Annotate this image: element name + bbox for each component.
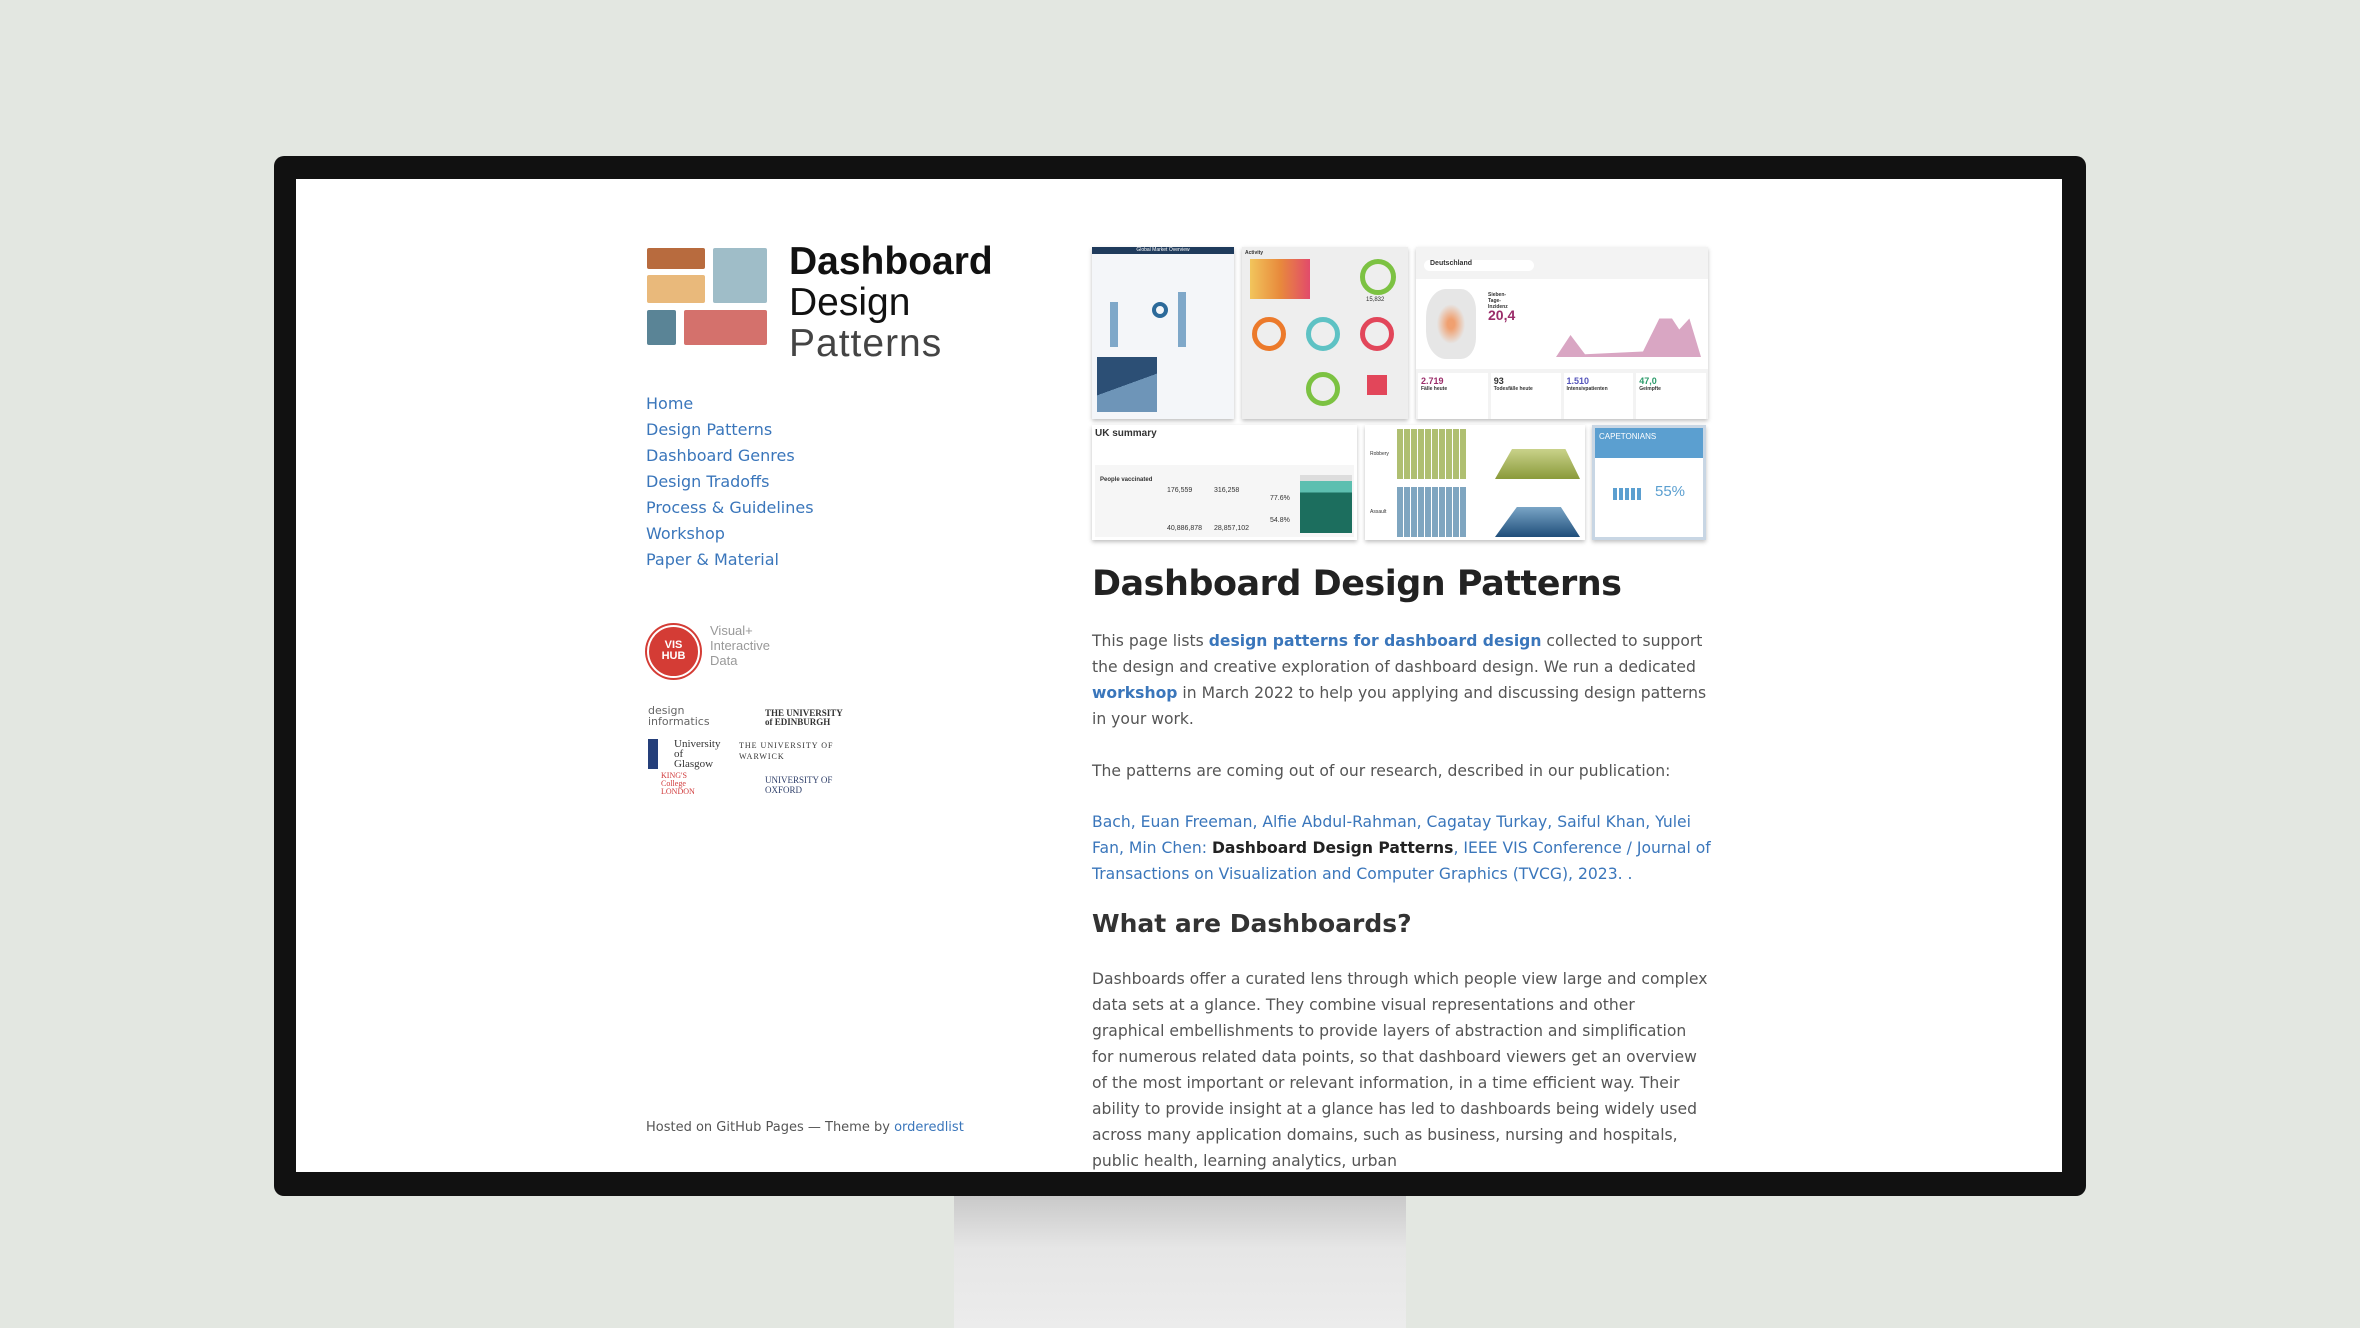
stat-value: 77.6%	[1270, 495, 1290, 502]
incidence-value: 20,4	[1488, 307, 1516, 323]
stat-value: 176,559	[1167, 487, 1193, 494]
intro-paragraph: This page lists design patterns for dash…	[1092, 628, 1712, 732]
page-title: Dashboard Design Patterns	[1092, 564, 1622, 604]
publication-intro: The patterns are coming out of our resea…	[1092, 762, 1671, 780]
kpi-card: 1.510 Intensivpatienten	[1563, 373, 1634, 419]
title-line-2: Design	[789, 281, 911, 324]
kpi-value: 1.510	[1566, 376, 1590, 386]
nav-paper-material[interactable]: Paper & Material	[646, 547, 814, 573]
kpi-value: 2.719	[1421, 376, 1444, 386]
stat-value: 54.8%	[1270, 517, 1290, 524]
nav-home[interactable]: Home	[646, 391, 814, 417]
kings-college-logo[interactable]: KING'S College LONDON	[661, 772, 706, 796]
nav-design-tradeoffs[interactable]: Design Tradoffs	[646, 469, 814, 495]
nav-workshop[interactable]: Workshop	[646, 521, 814, 547]
title-line-1: Dashboard	[789, 240, 993, 283]
market-overview-dashboard: Global Market Overview	[1092, 247, 1234, 419]
sidebar-nav: Home Design Patterns Dashboard Genres De…	[646, 391, 814, 573]
nav-design-patterns[interactable]: Design Patterns	[646, 417, 814, 443]
stat-value: 40,886,878	[1167, 525, 1203, 532]
steps-value: 15,832	[1366, 297, 1385, 303]
covid-germany-dashboard: Deutschland Sieben-Tage-Inzidenz 20,4 2.…	[1416, 247, 1708, 419]
browser-page: Dashboard Design Patterns Home Design Pa…	[296, 179, 2062, 1172]
site-title: Dashboard Design Patterns	[789, 241, 993, 364]
edinburgh-logo[interactable]: THE UNIVERSITY of EDINBURGH	[739, 709, 849, 727]
capetonians-dashboard: CAPETONIANS 55%	[1592, 425, 1706, 540]
kpi-label: Intensivpatienten	[1566, 386, 1608, 392]
kpi-label: Todesfälle heute	[1493, 386, 1533, 392]
vishub-text: Data	[710, 653, 738, 668]
panel-title: CAPETONIANS	[1595, 428, 1703, 458]
nav-dashboard-genres[interactable]: Dashboard Genres	[646, 443, 814, 469]
kpi-card: 47,0 Geimpfte	[1636, 373, 1706, 419]
workshop-link[interactable]: workshop	[1092, 684, 1177, 702]
footer-theme-link[interactable]: orderedlist	[894, 1120, 964, 1135]
kpi-label: Geimpfte	[1639, 386, 1661, 392]
text: This page lists	[1092, 632, 1209, 650]
glasgow-logo[interactable]: University of Glasgow	[648, 739, 723, 770]
map-label: Assault	[1370, 509, 1387, 515]
footer: Hosted on GitHub Pages — Theme by ordere…	[646, 1120, 964, 1135]
vishub-text: Interactive	[710, 638, 770, 653]
title-line-3: Patterns	[789, 322, 943, 365]
panel-title: Global Market Overview	[1092, 247, 1234, 254]
kpi-value: 47,0	[1639, 376, 1657, 386]
warwick-logo[interactable]: THE UNIVERSITY OF WARWICK	[739, 740, 834, 762]
vaccinated-label: People vaccinated	[1100, 477, 1153, 483]
vishub-text: Visual+	[710, 623, 753, 638]
citation: Bach, Euan Freeman, Alfie Abdul-Rahman, …	[1092, 809, 1712, 887]
oxford-logo[interactable]: UNIVERSITY OF OXFORD	[739, 775, 834, 795]
uk-summary-dashboard: UK summary People vaccinated 176,559 316…	[1092, 425, 1357, 540]
design-patterns-link[interactable]: design patterns for dashboard design	[1209, 632, 1542, 650]
kpi-label: Fälle heute	[1421, 386, 1448, 392]
paper-title: Dashboard Design Patterns	[1211, 839, 1454, 857]
dashboard-collage-image: Global Market Overview Activity 15,832 D…	[1092, 247, 1708, 540]
vishub-bottom: HUB	[661, 650, 686, 662]
footer-text: Hosted on GitHub Pages — Theme by	[646, 1120, 895, 1135]
kpi-card: 2.719 Fälle heute	[1418, 373, 1488, 419]
panel-title: Activity	[1245, 250, 1264, 256]
kpi-card: 93 Todesfälle heute	[1490, 373, 1561, 419]
search-field: Deutschland	[1424, 260, 1534, 271]
percent-value: 55%	[1655, 483, 1686, 500]
kpi-value: 93	[1493, 376, 1504, 386]
activity-tracker-dashboard: Activity 15,832	[1242, 247, 1408, 419]
section-heading: What are Dashboards?	[1092, 909, 1412, 938]
stat-value: 316,258	[1214, 487, 1240, 494]
map-label: Robbery	[1370, 451, 1389, 457]
stat-value: 28,857,102	[1214, 525, 1250, 532]
monitor-stand	[954, 1196, 1406, 1328]
design-informatics-logo[interactable]: design informatics	[648, 705, 723, 727]
panel-title: UK summary	[1095, 428, 1157, 439]
dashboards-paragraph: Dashboards offer a curated lens through …	[1092, 970, 1708, 1170]
vishub-logo[interactable]: VIS HUB Visual+ Interactive Data	[647, 623, 807, 679]
nav-process-guidelines[interactable]: Process & Guidelines	[646, 495, 814, 521]
crime-map-dashboard: Robbery Assault	[1365, 425, 1585, 540]
text: in March 2022 to help you applying and d…	[1092, 684, 1707, 728]
